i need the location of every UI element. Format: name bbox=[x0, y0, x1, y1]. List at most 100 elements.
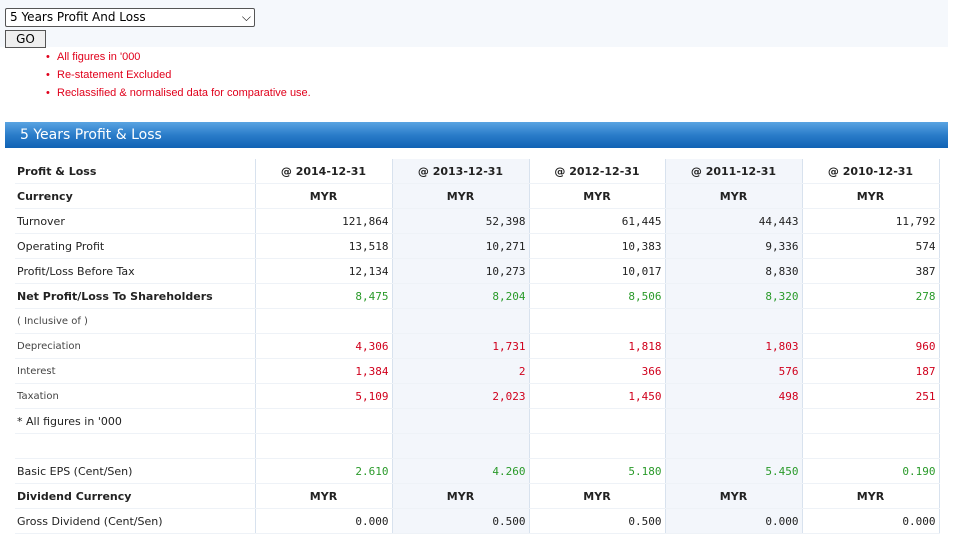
value-cell bbox=[664, 308, 802, 334]
value-cell: 387 bbox=[801, 258, 940, 284]
value-cell: 8,475 bbox=[254, 283, 392, 309]
period-header: @ 2013-12-31 bbox=[391, 159, 529, 184]
note-item: Re-statement Excluded bbox=[46, 68, 311, 86]
table-row: Interest 1,384 2 366 576 187 bbox=[15, 358, 940, 384]
row-label: Interest bbox=[15, 358, 255, 384]
period-header: @ 2014-12-31 bbox=[254, 159, 392, 184]
row-label: Currency bbox=[15, 183, 255, 209]
value-cell: 9,336 bbox=[664, 233, 802, 259]
value-cell: MYR bbox=[528, 483, 665, 509]
table-row bbox=[15, 433, 940, 459]
value-cell: MYR bbox=[254, 483, 392, 509]
table-row: * All figures in '000 bbox=[15, 408, 940, 434]
row-label: Turnover bbox=[15, 208, 255, 234]
value-cell: 8,506 bbox=[528, 283, 665, 309]
value-cell: 52,398 bbox=[391, 208, 529, 234]
value-cell: 61,445 bbox=[528, 208, 665, 234]
table-header-row: Profit & Loss @ 2014-12-31 @ 2013-12-31 @ 2… bbox=[15, 159, 940, 184]
value-cell: 1,803 bbox=[664, 333, 802, 359]
value-cell: MYR bbox=[664, 183, 802, 209]
value-cell: 1,450 bbox=[528, 383, 665, 409]
row-label: Depreciation bbox=[15, 333, 255, 359]
table-row: Profit/Loss Before Tax 12,134 10,273 10,017… bbox=[15, 258, 940, 284]
profit-loss-table: Profit & Loss @ 2014-12-31 @ 2013-12-31 @ 2… bbox=[15, 159, 940, 534]
table-row: Turnover 121,864 52,398 61,445 44,443 11,792 bbox=[15, 208, 940, 234]
value-cell: 44,443 bbox=[664, 208, 802, 234]
value-cell: 8,830 bbox=[664, 258, 802, 284]
value-cell: 10,273 bbox=[391, 258, 529, 284]
note-item: All figures in '000 bbox=[46, 50, 311, 68]
value-cell: MYR bbox=[801, 183, 940, 209]
table-row: Net Profit/Loss To Shareholders 8,475 8,20… bbox=[15, 283, 940, 309]
value-cell: 10,383 bbox=[528, 233, 665, 259]
period-header: @ 2012-12-31 bbox=[528, 159, 665, 184]
value-cell: 0.500 bbox=[391, 508, 529, 534]
row-label: Operating Profit bbox=[15, 233, 255, 259]
report-type-selected-value: 5 Years Profit And Loss bbox=[10, 10, 146, 24]
value-cell: MYR bbox=[391, 483, 529, 509]
row-label: ( Inclusive of ) bbox=[15, 308, 255, 334]
value-cell bbox=[801, 308, 940, 334]
value-cell: 12,134 bbox=[254, 258, 392, 284]
value-cell bbox=[391, 433, 529, 459]
value-cell: 278 bbox=[801, 283, 940, 309]
value-cell bbox=[528, 408, 665, 434]
value-cell: 5.450 bbox=[664, 458, 802, 484]
notes-list: All figures in '000 Re-statement Exclude… bbox=[46, 50, 311, 104]
value-cell bbox=[801, 408, 940, 434]
row-label: Net Profit/Loss To Shareholders bbox=[15, 283, 255, 309]
table-row: Currency MYR MYR MYR MYR MYR bbox=[15, 183, 940, 209]
value-cell: MYR bbox=[528, 183, 665, 209]
value-cell: 5,109 bbox=[254, 383, 392, 409]
report-type-select[interactable]: 5 Years Profit And Loss ⌵ bbox=[5, 8, 255, 27]
value-cell: 1,731 bbox=[391, 333, 529, 359]
value-cell: MYR bbox=[254, 183, 392, 209]
row-label: Basic EPS (Cent/Sen) bbox=[15, 458, 255, 484]
value-cell: 10,017 bbox=[528, 258, 665, 284]
table-row: Depreciation 4,306 1,731 1,818 1,803 960 bbox=[15, 333, 940, 359]
chevron-down-icon: ⌵ bbox=[241, 10, 251, 24]
row-label: Taxation bbox=[15, 383, 255, 409]
value-cell bbox=[254, 408, 392, 434]
value-cell bbox=[664, 408, 802, 434]
value-cell: 8,320 bbox=[664, 283, 802, 309]
value-cell: 2,023 bbox=[391, 383, 529, 409]
value-cell bbox=[254, 308, 392, 334]
table-row: Taxation 5,109 2,023 1,450 498 251 bbox=[15, 383, 940, 409]
value-cell: MYR bbox=[664, 483, 802, 509]
table-row: Gross Dividend (Cent/Sen) 0.000 0.500 0.500… bbox=[15, 508, 940, 534]
value-cell: MYR bbox=[391, 183, 529, 209]
period-header: @ 2011-12-31 bbox=[664, 159, 802, 184]
value-cell bbox=[391, 408, 529, 434]
value-cell: 251 bbox=[801, 383, 940, 409]
value-cell: 0.500 bbox=[528, 508, 665, 534]
value-cell: 8,204 bbox=[391, 283, 529, 309]
value-cell bbox=[528, 433, 665, 459]
value-cell bbox=[801, 433, 940, 459]
table-row: Dividend Currency MYR MYR MYR MYR MYR bbox=[15, 483, 940, 509]
value-cell: 4.260 bbox=[391, 458, 529, 484]
value-cell bbox=[391, 308, 529, 334]
go-button[interactable]: GO bbox=[5, 30, 46, 48]
value-cell bbox=[664, 433, 802, 459]
table-header-label: Profit & Loss bbox=[15, 159, 255, 184]
row-label: Profit/Loss Before Tax bbox=[15, 258, 255, 284]
value-cell: 1,384 bbox=[254, 358, 392, 384]
section-title: 5 Years Profit & Loss bbox=[5, 122, 948, 148]
value-cell: 576 bbox=[664, 358, 802, 384]
value-cell bbox=[528, 308, 665, 334]
table-row: ( Inclusive of ) bbox=[15, 308, 940, 334]
row-label bbox=[15, 433, 255, 459]
note-item: Reclassified & normalised data for compa… bbox=[46, 86, 311, 104]
value-cell: 366 bbox=[528, 358, 665, 384]
report-controls: 5 Years Profit And Loss ⌵ GO bbox=[0, 0, 948, 48]
table-row: Operating Profit 13,518 10,271 10,383 9,336 5… bbox=[15, 233, 940, 259]
row-label: Gross Dividend (Cent/Sen) bbox=[15, 508, 255, 534]
value-cell: MYR bbox=[801, 483, 940, 509]
value-cell: 187 bbox=[801, 358, 940, 384]
row-label: * All figures in '000 bbox=[15, 408, 255, 434]
value-cell: 960 bbox=[801, 333, 940, 359]
row-label: Dividend Currency bbox=[15, 483, 255, 509]
value-cell: 0.000 bbox=[254, 508, 392, 534]
value-cell: 2 bbox=[391, 358, 529, 384]
